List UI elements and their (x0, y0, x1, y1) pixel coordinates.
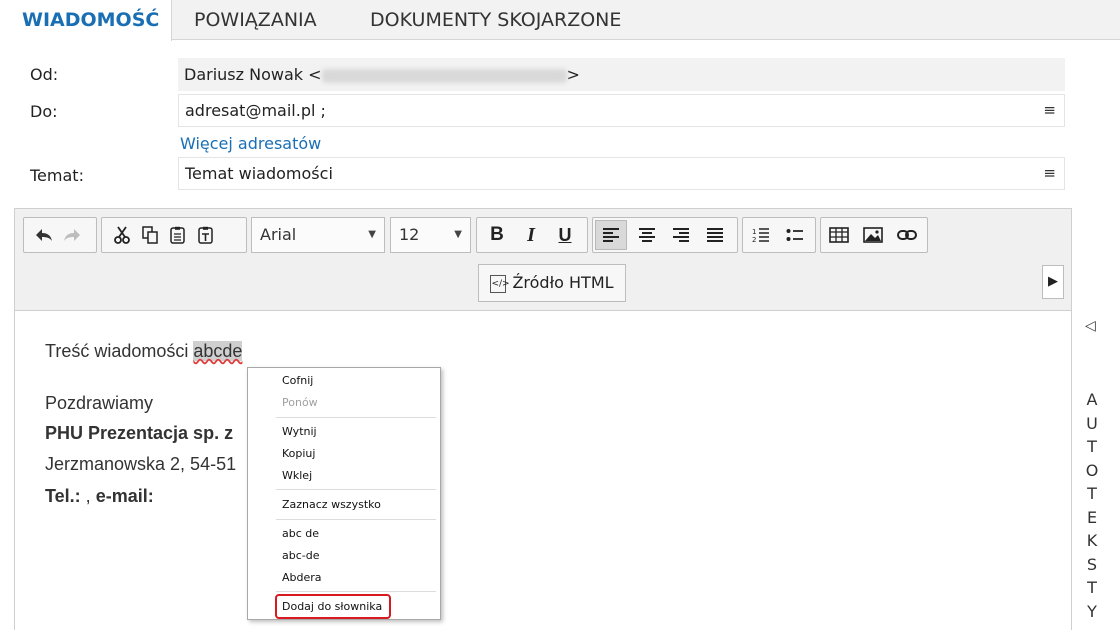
align-right-icon[interactable] (667, 220, 695, 250)
collapse-left-icon[interactable]: ◁ (1085, 318, 1096, 334)
from-field: Dariusz Nowak < > (178, 58, 1065, 91)
cut-icon[interactable] (108, 220, 136, 250)
menu-item-suggestion[interactable]: abc-de (282, 549, 320, 562)
svg-text:1: 1 (752, 228, 756, 236)
html-source-label: Źródło HTML (512, 273, 614, 292)
align-center-icon[interactable] (633, 220, 661, 250)
autotexts-letter: S (1086, 554, 1098, 574)
menu-item-copy[interactable]: Kopiuj (282, 447, 315, 460)
font-size-select[interactable]: 12 ▼ (390, 217, 471, 253)
autotexts-letter: T (1087, 484, 1097, 503)
message-editor: Arial ▼ 12 ▼ B I U 1 2 </> Źródło HTML ▶… (14, 208, 1072, 630)
paste-text-icon[interactable] (192, 220, 220, 250)
menu-item-redo[interactable]: Ponów (282, 396, 318, 409)
editor-toolbar: Arial ▼ 12 ▼ B I U 1 2 </> Źródło HTML ▶ (15, 209, 1071, 311)
font-size-value: 12 (399, 225, 420, 244)
menu-divider (276, 591, 436, 592)
autotexts-panel[interactable]: ◁ AUTOTEKSTY (1080, 310, 1120, 630)
company-address: Jerzmanowska 2, 54-51 (45, 454, 237, 474)
list-group: 12 (742, 217, 816, 253)
svg-text:2: 2 (752, 236, 756, 243)
text-style-group: B I U (476, 217, 588, 253)
misspelled-word: abcde (193, 341, 243, 361)
bullet-list-icon[interactable] (781, 220, 809, 250)
chevron-down-icon: ▼ (368, 229, 376, 240)
body-text: Treść wiadomości (45, 341, 194, 361)
copy-icon[interactable] (136, 220, 164, 250)
tab-bar: WIADOMOŚĆ POWIĄZANIA DOKUMENTY SKOJARZON… (0, 0, 1120, 41)
html-source-button[interactable]: </> Źródło HTML (478, 264, 626, 302)
from-end: > (566, 65, 580, 84)
subject-menu-icon[interactable]: ≡ (1043, 158, 1056, 189)
to-menu-icon[interactable]: ≡ (1043, 95, 1056, 126)
greeting-text: Pozdrawiamy (45, 393, 154, 413)
company-name: PHU Prezentacja sp. z (45, 423, 234, 443)
subject-field[interactable]: Temat wiadomości ≡ (178, 157, 1065, 190)
autotexts-letter: K (1086, 531, 1098, 550)
italic-button[interactable]: I (517, 220, 545, 250)
tab-associated-documents[interactable]: DOKUMENTY SKOJARZONE (370, 0, 621, 40)
to-field[interactable]: adresat@mail.pl ; ≡ (178, 94, 1065, 127)
autotexts-letter: O (1085, 460, 1099, 480)
tab-message[interactable]: WIADOMOŚĆ (0, 0, 172, 41)
link-icon[interactable] (893, 220, 921, 250)
undo-icon[interactable] (30, 220, 58, 250)
redo-icon[interactable] (58, 220, 86, 250)
menu-item-cut[interactable]: Wytnij (282, 425, 317, 438)
menu-divider (276, 519, 436, 520)
autotexts-letter: T (1087, 437, 1097, 456)
menu-item-undo[interactable]: Cofnij (282, 374, 313, 387)
bold-button[interactable]: B (483, 220, 511, 250)
align-justify-icon[interactable] (701, 220, 729, 250)
clipboard-group (101, 217, 247, 253)
insert-group (820, 217, 928, 253)
contact-separator: , (80, 486, 96, 506)
align-left-icon[interactable] (595, 220, 627, 250)
image-icon[interactable] (859, 220, 887, 250)
menu-item-select-all[interactable]: Zaznacz wszystko (282, 498, 381, 511)
menu-item-add-to-dictionary[interactable]: Dodaj do słownika (282, 600, 382, 613)
autotexts-letter: Y (1087, 601, 1097, 621)
context-menu: Cofnij Ponów Wytnij Kopiuj Wklej Zaznacz… (247, 367, 441, 620)
menu-item-paste[interactable]: Wklej (282, 469, 312, 482)
contact-line: Tel.: , e-mail: (45, 486, 154, 507)
blurred-email (321, 68, 567, 83)
html-source-icon: </> (490, 274, 510, 293)
font-family-select[interactable]: Arial ▼ (251, 217, 385, 253)
font-family-value: Arial (260, 225, 297, 244)
to-value: adresat@mail.pl ; (185, 101, 326, 120)
menu-divider (276, 489, 436, 490)
underline-button[interactable]: U (551, 220, 579, 250)
table-icon[interactable] (825, 220, 853, 250)
alignment-group (592, 217, 738, 253)
autotexts-letter: U (1086, 413, 1098, 433)
menu-item-suggestion[interactable]: abc de (282, 527, 319, 540)
tel-label: Tel.: (45, 486, 81, 506)
to-label: Do: (30, 102, 58, 121)
more-recipients-link[interactable]: Więcej adresatów (180, 134, 321, 153)
paste-icon[interactable] (164, 220, 192, 250)
tab-relations[interactable]: POWIĄZANIA (194, 0, 317, 40)
autotexts-letter: T (1087, 578, 1097, 597)
subject-label: Temat: (30, 166, 84, 185)
history-group (23, 217, 97, 253)
email-label: e-mail: (95, 486, 154, 506)
body-line-1: Treść wiadomości abcde (45, 341, 243, 362)
numbered-list-icon[interactable]: 12 (747, 220, 775, 250)
from-label: Od: (30, 65, 59, 84)
menu-divider (276, 417, 436, 418)
autotexts-letter: E (1086, 507, 1098, 527)
autotexts-letter: A (1086, 390, 1098, 409)
menu-item-suggestion[interactable]: Abdera (282, 571, 322, 584)
expand-right-icon[interactable]: ▶ (1042, 265, 1064, 299)
chevron-down-icon: ▼ (454, 229, 462, 240)
from-name: Dariusz Nowak < (184, 65, 322, 84)
subject-value: Temat wiadomości (185, 164, 333, 183)
